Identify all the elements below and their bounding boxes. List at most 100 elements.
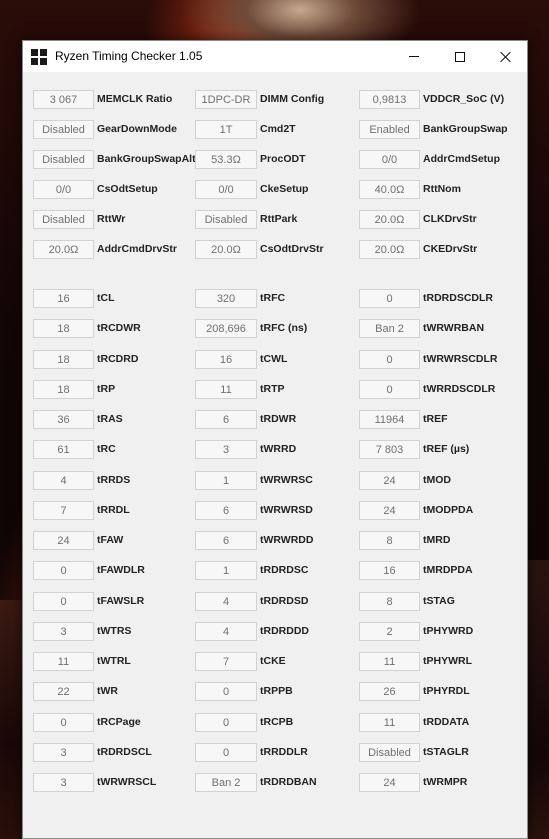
- trfc-value-field[interactable]: 320: [195, 289, 257, 308]
- trdrdsc-value-field[interactable]: 1: [195, 561, 257, 580]
- rttwr-value-field[interactable]: Disabled: [33, 210, 94, 229]
- trrds-value-field[interactable]: 4: [33, 471, 94, 490]
- twrrd-value-field[interactable]: 3: [195, 440, 257, 459]
- close-button[interactable]: [483, 41, 529, 72]
- trfc-ns-value-field[interactable]: 208,696: [195, 319, 257, 338]
- tcl-label: tCL: [97, 292, 115, 304]
- twrwrsc-label: tWRWRSC: [260, 474, 313, 486]
- trrddlr-label: tRRDDLR: [260, 746, 308, 758]
- cmd2t-value-field[interactable]: 1T: [195, 120, 257, 139]
- trcdwr-value-field[interactable]: 18: [33, 319, 94, 338]
- trdrdban-value-field[interactable]: Ban 2: [195, 773, 257, 792]
- tfawslr-label: tFAWSLR: [97, 595, 145, 607]
- tfawdlr-value-field[interactable]: 0: [33, 561, 94, 580]
- trdrdsd-value-field[interactable]: 4: [195, 592, 257, 611]
- bankgroupswapalt-value-field[interactable]: Disabled: [33, 150, 94, 169]
- tras-value-field[interactable]: 36: [33, 410, 94, 429]
- tcwl-value-field[interactable]: 16: [195, 350, 257, 369]
- cmd2t-label: Cmd2T: [260, 123, 296, 135]
- twr-value-field[interactable]: 22: [33, 682, 94, 701]
- tcwl-label: tCWL: [260, 353, 288, 365]
- trcdrd-value-field[interactable]: 18: [33, 350, 94, 369]
- csodtdrvstr-label: CsOdtDrvStr: [260, 243, 324, 255]
- csodtdrvstr-value-field[interactable]: 20.0Ω: [195, 240, 257, 259]
- twrrd-label: tWRRD: [260, 443, 297, 455]
- memclk-ratio-value-field[interactable]: 3 067: [33, 90, 94, 109]
- tref-value-field[interactable]: 11964: [359, 410, 420, 429]
- twrmpr-value-field[interactable]: 24: [359, 773, 420, 792]
- tmodpda-label: tMODPDA: [423, 504, 474, 516]
- trrddlr-value-field[interactable]: 0: [195, 743, 257, 762]
- tmrd-value-field[interactable]: 8: [359, 531, 420, 550]
- tmrdpda-value-field[interactable]: 16: [359, 561, 420, 580]
- twrwrsd-label: tWRWRSD: [260, 504, 313, 516]
- clkdrvstr-value-field[interactable]: 20.0Ω: [359, 210, 420, 229]
- trdrdscl-value-field[interactable]: 3: [33, 743, 94, 762]
- tstaglr-label: tSTAGLR: [423, 746, 469, 758]
- trc-value-field[interactable]: 61: [33, 440, 94, 459]
- tcl-value-field[interactable]: 16: [33, 289, 94, 308]
- dimm-config-value-field[interactable]: 1DPC-DR: [195, 90, 257, 109]
- twrwrsc-value-field[interactable]: 1: [195, 471, 257, 490]
- trdrdban-label: tRDRDBAN: [260, 776, 317, 788]
- minimize-icon: [409, 56, 419, 57]
- tfawdlr-label: tFAWDLR: [97, 564, 145, 576]
- trcpb-value-field[interactable]: 0: [195, 713, 257, 732]
- geardownmode-value-field[interactable]: Disabled: [33, 120, 94, 139]
- tfaw-value-field[interactable]: 24: [33, 531, 94, 550]
- twtrl-value-field[interactable]: 11: [33, 652, 94, 671]
- title-bar[interactable]: Ryzen Timing Checker 1.05: [23, 41, 527, 72]
- bankgroupswap-value-field[interactable]: Enabled: [359, 120, 420, 139]
- trdrdscdlr-value-field[interactable]: 0: [359, 289, 420, 308]
- trdwr-value-field[interactable]: 6: [195, 410, 257, 429]
- twtrs-label: tWTRS: [97, 625, 132, 637]
- bankgroupswapalt-label: BankGroupSwapAlt: [97, 153, 196, 165]
- tmodpda-value-field[interactable]: 24: [359, 501, 420, 520]
- tmod-value-field[interactable]: 24: [359, 471, 420, 490]
- vddcr-soc-v-value-field[interactable]: 0,9813: [359, 90, 420, 109]
- tphywrd-value-field[interactable]: 2: [359, 622, 420, 641]
- minimize-button[interactable]: [391, 41, 437, 72]
- trrdl-value-field[interactable]: 7: [33, 501, 94, 520]
- trddata-value-field[interactable]: 11: [359, 713, 420, 732]
- ckedrvstr-value-field[interactable]: 20.0Ω: [359, 240, 420, 259]
- trdrddd-value-field[interactable]: 4: [195, 622, 257, 641]
- maximize-button[interactable]: [437, 41, 483, 72]
- tstaglr-value-field[interactable]: Disabled: [359, 743, 420, 762]
- twrwrscdlr-label: tWRWRSCDLR: [423, 353, 498, 365]
- trcpage-value-field[interactable]: 0: [33, 713, 94, 732]
- trppb-value-field[interactable]: 0: [195, 682, 257, 701]
- dimm-config-label: DIMM Config: [260, 93, 325, 105]
- addrcmdsetup-value-field[interactable]: 0/0: [359, 150, 420, 169]
- addrcmdsetup-label: AddrCmdSetup: [423, 153, 500, 165]
- twrwrban-value-field[interactable]: Ban 2: [359, 319, 420, 338]
- twrwrscdlr-value-field[interactable]: 0: [359, 350, 420, 369]
- tras-label: tRAS: [97, 413, 123, 425]
- twrwrsd-value-field[interactable]: 6: [195, 501, 257, 520]
- tphyrdl-value-field[interactable]: 26: [359, 682, 420, 701]
- procodt-value-field[interactable]: 53.3Ω: [195, 150, 257, 169]
- tref-label: tREF: [423, 413, 448, 425]
- rttpark-value-field[interactable]: Disabled: [195, 210, 257, 229]
- twrwrdd-value-field[interactable]: 6: [195, 531, 257, 550]
- trrdl-label: tRRDL: [97, 504, 130, 516]
- tfawslr-value-field[interactable]: 0: [33, 592, 94, 611]
- rttnom-value-field[interactable]: 40.0Ω: [359, 180, 420, 199]
- csodtsetup-value-field[interactable]: 0/0: [33, 180, 94, 199]
- trtp-value-field[interactable]: 11: [195, 380, 257, 399]
- twrwrscl-value-field[interactable]: 3: [33, 773, 94, 792]
- twrwrscl-label: tWRWRSCL: [97, 776, 157, 788]
- tref-s-value-field[interactable]: 7 803: [359, 440, 420, 459]
- twrrdscdlr-value-field[interactable]: 0: [359, 380, 420, 399]
- tcke-value-field[interactable]: 7: [195, 652, 257, 671]
- trfc-label: tRFC: [260, 292, 286, 304]
- twtrs-value-field[interactable]: 3: [33, 622, 94, 641]
- tphywrl-value-field[interactable]: 11: [359, 652, 420, 671]
- trfc-ns-label: tRFC (ns): [260, 322, 308, 334]
- ckesetup-value-field[interactable]: 0/0: [195, 180, 257, 199]
- tstag-value-field[interactable]: 8: [359, 592, 420, 611]
- close-icon: [500, 51, 512, 63]
- geardownmode-label: GearDownMode: [97, 123, 177, 135]
- addrcmddrvstr-value-field[interactable]: 20.0Ω: [33, 240, 94, 259]
- trp-value-field[interactable]: 18: [33, 380, 94, 399]
